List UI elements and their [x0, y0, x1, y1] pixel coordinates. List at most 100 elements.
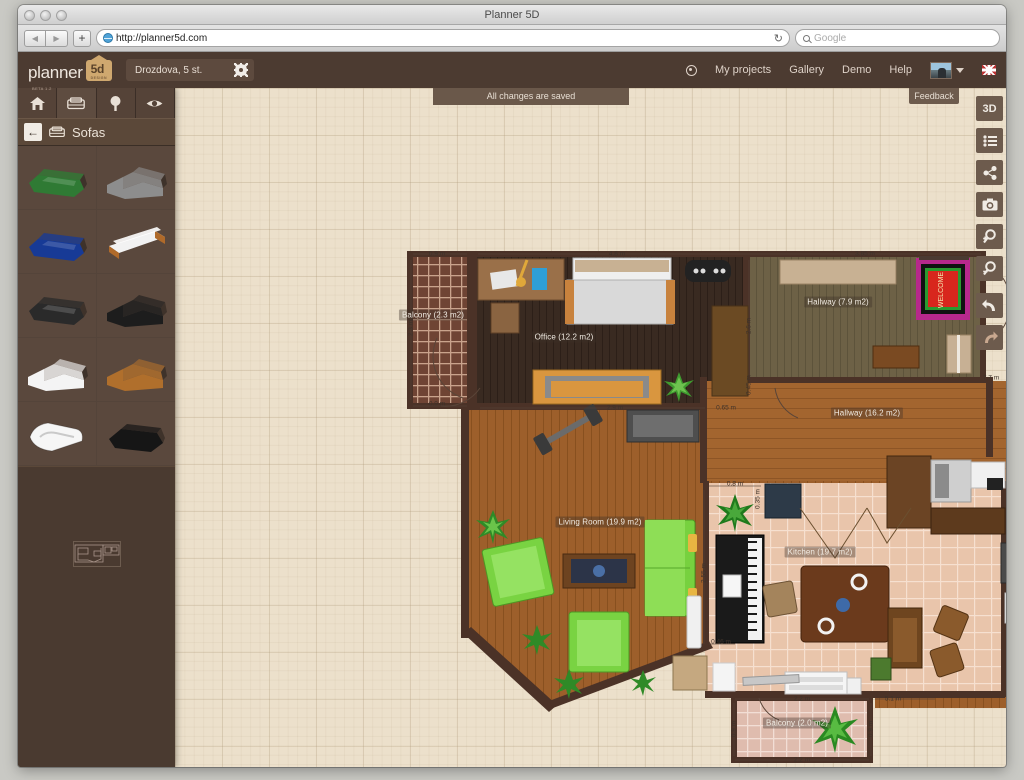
tool-view[interactable] [135, 88, 175, 118]
floorplan-drawing[interactable]: WELCOME Balcony (2.3 m2) Office (12.2 m2… [175, 88, 1006, 767]
screenshot-button[interactable] [976, 192, 1003, 217]
dim-kitchen-top: 0.8 m [726, 480, 744, 488]
workspace: WELCOME Balcony (2.3 m2) Office (12.2 m2… [18, 88, 1006, 767]
floorplan-minimap-icon[interactable] [72, 541, 121, 567]
catalog-item[interactable] [18, 274, 97, 338]
dim-kitchen-small: 0.35 m [754, 489, 762, 509]
room-balcony-top[interactable]: Balcony (2.3 m2) [398, 309, 468, 321]
layers-button[interactable] [976, 128, 1003, 153]
sofa-black-corner [106, 294, 167, 327]
catalog-item[interactable] [18, 338, 97, 402]
room-balcony-bottom[interactable]: Balcony (2.0 m2) [762, 717, 832, 729]
magnifier-plus-icon [983, 229, 996, 244]
maximize-button[interactable] [56, 10, 67, 21]
tree-icon [110, 95, 121, 111]
catalog-header: ← Sofas [18, 118, 175, 146]
sofa-black-3seat [28, 296, 87, 325]
catalog-back-button[interactable]: ← [24, 123, 42, 141]
forward-button[interactable]: ▶ [46, 29, 68, 47]
sofa-white-corner [27, 358, 88, 391]
share-button[interactable] [976, 160, 1003, 185]
minimize-button[interactable] [40, 10, 51, 21]
window-titlebar: Planner 5D [18, 5, 1006, 25]
reload-icon[interactable]: ↻ [774, 32, 783, 45]
browser-search-box[interactable]: Google [795, 29, 1000, 47]
sofa-white-loveseat [29, 421, 83, 452]
dim-office-w: 4.8 m [608, 250, 626, 258]
view-3d-button[interactable]: 3D [976, 96, 1003, 121]
dim-hall-w: 3.85 m [855, 250, 875, 258]
catalog-item[interactable] [18, 402, 97, 466]
dim-balcony2-r: 0.9 m [867, 720, 875, 738]
tool-furniture[interactable] [57, 88, 97, 118]
dim-hall-h: 2.6 m [745, 317, 753, 335]
floorplan-canvas[interactable]: WELCOME Balcony (2.3 m2) Office (12.2 m2… [175, 88, 1006, 767]
room-office[interactable]: Office (12.2 m2) [531, 331, 597, 343]
nav-buttons[interactable]: ◀ ▶ [24, 29, 68, 47]
catalog-item[interactable] [18, 210, 97, 274]
app-header: planner BETA 1.2 5d DESIGN Drozdova, 5 s… [18, 52, 1006, 91]
dim-balcony-h: 2.3 m [407, 319, 415, 337]
site-globe-icon [103, 33, 113, 43]
eye-icon [146, 99, 163, 107]
app-logo[interactable]: planner BETA 1.2 5d DESIGN [28, 59, 113, 91]
nav-demo[interactable]: Demo [842, 64, 871, 76]
catalog-item-grid [18, 146, 175, 466]
catalog-item[interactable] [96, 274, 175, 338]
dim-hall-h2: 0.45 m [745, 375, 753, 395]
zoom-out-button[interactable] [976, 256, 1003, 281]
dim-kitchen-v: 2.55 m [700, 563, 708, 583]
new-tab-button[interactable]: + [73, 29, 91, 47]
home-icon [29, 96, 45, 110]
redo-arrow-icon [984, 331, 998, 343]
main-nav: My projects Gallery Demo Help [685, 61, 996, 79]
dim-balcony-top-w: 0.9 m [428, 250, 446, 258]
search-placeholder: Google [814, 32, 847, 44]
save-status-bar: All changes are saved [433, 88, 629, 105]
project-selector[interactable]: Drozdova, 5 st. [126, 59, 255, 81]
catalog-item[interactable] [96, 402, 175, 466]
undo-button[interactable] [976, 293, 1003, 318]
nav-gallery[interactable]: Gallery [789, 64, 824, 76]
uk-flag-icon[interactable] [982, 65, 996, 75]
catalog-item[interactable] [96, 338, 175, 402]
room-hallway-small[interactable]: Hallway (7.9 m2) [804, 296, 872, 308]
close-button[interactable] [24, 10, 35, 21]
sofa-white-bench [108, 226, 165, 259]
catalog-item[interactable] [96, 146, 175, 210]
sofa-grey-corner [106, 166, 167, 199]
window-controls[interactable] [24, 10, 67, 21]
dim-balcony2-l: 0.9 m [730, 720, 738, 738]
room-hallway-large[interactable]: Hallway (16.2 m2) [830, 407, 904, 419]
dim-hall-bot: 7.7 m [982, 374, 1000, 382]
settings-icon[interactable] [685, 64, 697, 76]
sofa-icon [67, 96, 86, 109]
feedback-button[interactable]: Feedback [909, 88, 959, 104]
tool-decor[interactable] [96, 88, 136, 118]
room-kitchen[interactable]: Kitchen (19.7 m2) [784, 546, 856, 558]
sofa-blue-2seat [28, 232, 87, 261]
nav-my-projects[interactable]: My projects [715, 64, 771, 76]
chevron-down-icon[interactable] [956, 67, 964, 73]
dim-right-wall: 5.1 m [884, 695, 902, 703]
address-bar[interactable]: http://planner5d.com ↻ [96, 29, 790, 47]
redo-button[interactable] [976, 325, 1003, 350]
zoom-in-button[interactable] [976, 224, 1003, 249]
planner5d-app: planner BETA 1.2 5d DESIGN Drozdova, 5 s… [18, 52, 1006, 767]
logo-word: planner BETA 1.2 [28, 64, 83, 91]
browser-toolbar: ◀ ▶ + http://planner5d.com ↻ Google [18, 25, 1006, 52]
sofa-icon [49, 126, 65, 138]
avatar[interactable] [930, 61, 952, 79]
gear-icon[interactable] [234, 63, 249, 77]
dim-balcony2-bot: 2.2 m [793, 756, 811, 764]
catalog-item[interactable] [18, 146, 97, 210]
user-menu[interactable] [930, 61, 964, 79]
logo-sub: BETA 1.2 [32, 85, 52, 91]
catalog-item[interactable] [96, 210, 175, 274]
window-title: Planner 5D [484, 9, 540, 21]
catalog-sidebar: ← Sofas [18, 88, 175, 767]
room-living[interactable]: Living Room (19.9 m2) [555, 516, 645, 528]
nav-help[interactable]: Help [889, 64, 912, 76]
back-button[interactable]: ◀ [24, 29, 46, 47]
logo-badge-sub: DESIGN [90, 75, 108, 80]
